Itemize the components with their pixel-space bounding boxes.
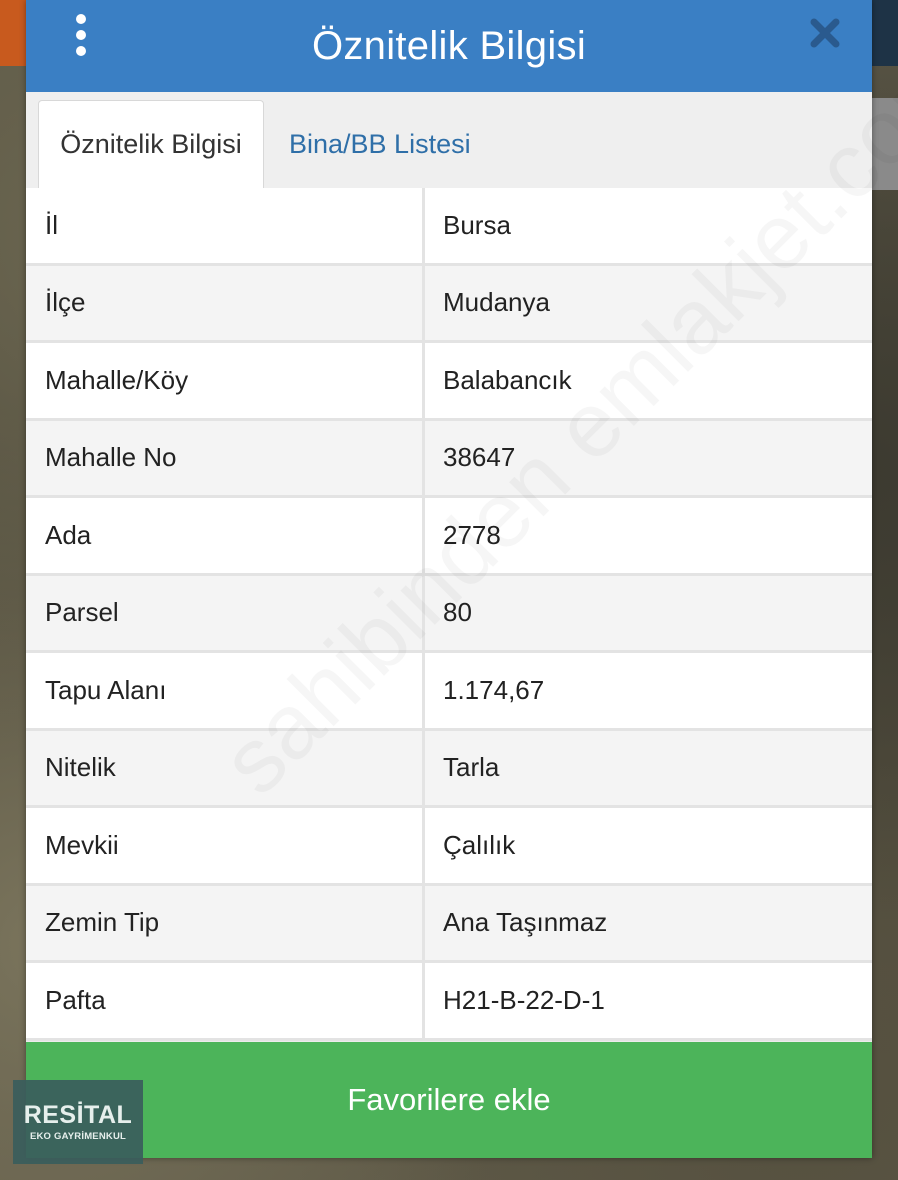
attribute-key: Zemin Tip [26,885,425,960]
attribute-key: Parsel [26,575,425,650]
table-row: Mahalle/Köy Balabancık [26,343,872,421]
attribute-value: Ana Taşınmaz [425,885,872,960]
attribute-key: Tapu Alanı [26,653,425,728]
map-edge-right [872,0,898,66]
tab-building-list[interactable]: Bina/BB Listesi [289,100,471,188]
table-row: İl Bursa [26,188,872,266]
tab-bar: Öznitelik Bilgisi Bina/BB Listesi [26,92,872,188]
dialog-title: Öznitelik Bilgisi [311,23,587,68]
table-row: Mevkii Çalılık [26,808,872,886]
attribute-value: Mudanya [425,265,872,340]
attribute-key: Nitelik [26,730,425,805]
attribute-value: 2778 [425,498,872,573]
scrollbar-thumb[interactable] [872,98,898,190]
attribute-value: Balabancık [425,343,872,418]
table-row: Tapu Alanı 1.174,67 [26,653,872,731]
logo-subtitle: EKO GAYRİMENKUL [29,1131,127,1142]
table-row: Pafta H21-B-22-D-1 [26,963,872,1041]
attribute-info-dialog: Öznitelik Bilgisi Öznitelik Bilgisi Bina… [26,0,872,1158]
dialog-header: Öznitelik Bilgisi [26,0,872,92]
add-to-favorites-button[interactable]: Favorilere ekle [26,1042,872,1158]
attribute-key: Mahalle/Köy [26,343,425,418]
attribute-value: 38647 [425,420,872,495]
company-logo: RESİTAL EKO GAYRİMENKUL [13,1080,143,1164]
attribute-key: İlçe [26,265,425,340]
attribute-value: 80 [425,575,872,650]
attribute-key: Mahalle No [26,420,425,495]
kebab-menu-icon[interactable] [66,14,96,56]
close-icon[interactable] [808,16,842,50]
table-row: Zemin Tip Ana Taşınmaz [26,885,872,963]
attribute-key: Pafta [26,963,425,1038]
attribute-key: Mevkii [26,808,425,883]
attribute-key: Ada [26,498,425,573]
attribute-value: 1.174,67 [425,653,872,728]
attribute-table: İl Bursa İlçe Mudanya Mahalle/Köy Balabancık M… [26,188,872,1041]
table-row: Ada 2778 [26,498,872,576]
attribute-value: Bursa [425,188,872,263]
attribute-value: Çalılık [425,808,872,883]
map-edge-left [0,0,26,66]
table-row: Parsel 80 [26,575,872,653]
tab-attribute-info[interactable]: Öznitelik Bilgisi [38,100,264,188]
attribute-value: H21-B-22-D-1 [425,963,872,1038]
attribute-key: İl [26,188,425,263]
table-row: Mahalle No 38647 [26,420,872,498]
logo-name: RESİTAL [23,1101,133,1129]
table-row: Nitelik Tarla [26,730,872,808]
attribute-value: Tarla [425,730,872,805]
table-row: İlçe Mudanya [26,265,872,343]
